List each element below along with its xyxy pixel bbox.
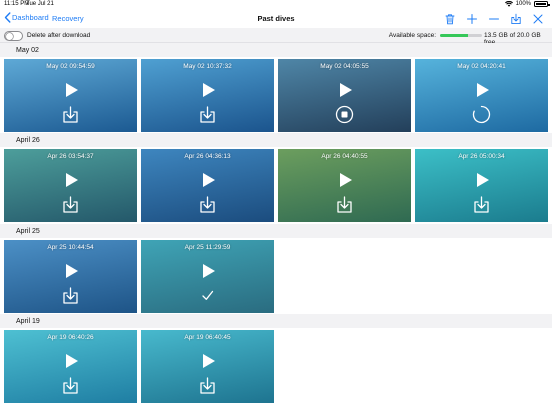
status-date: Tue Jul 21 bbox=[26, 1, 54, 7]
download-options-bar: Delete after download Available space: 1… bbox=[0, 28, 552, 46]
dive-video-tile[interactable]: May 02 09:54:59 bbox=[4, 59, 137, 132]
dive-video-tile[interactable]: Apr 25 11:29:59 bbox=[141, 240, 274, 313]
dive-video-tile[interactable]: Apr 25 10:44:54 bbox=[4, 240, 137, 313]
video-timestamp: Apr 19 06:40:45 bbox=[184, 334, 231, 341]
available-space-fill bbox=[440, 34, 469, 37]
dive-grid: Apr 26 03:54:37 Apr 26 04:36:13 Apr 26 04:… bbox=[0, 147, 552, 224]
download-icon[interactable] bbox=[198, 195, 217, 214]
status-right: 100% bbox=[504, 1, 550, 7]
wifi-icon bbox=[504, 1, 513, 7]
download-icon[interactable] bbox=[198, 105, 217, 124]
video-timestamp: May 02 04:05:55 bbox=[320, 63, 369, 70]
download-icon[interactable] bbox=[472, 195, 491, 214]
dive-video-tile[interactable]: Apr 26 04:40:55 bbox=[278, 149, 411, 222]
download-icon[interactable] bbox=[61, 286, 80, 305]
download-icon[interactable] bbox=[61, 105, 80, 124]
remove-button[interactable] bbox=[486, 12, 502, 26]
section-may-02: May 02 May 02 09:54:59 May 02 10:37:32 May… bbox=[0, 43, 552, 134]
trash-icon bbox=[445, 14, 455, 25]
dive-grid: May 02 09:54:59 May 02 10:37:32 May 02 04:… bbox=[0, 57, 552, 134]
dive-video-tile[interactable]: May 02 04:05:55 bbox=[278, 59, 411, 132]
dive-video-tile[interactable]: May 02 04:20:41 bbox=[415, 59, 548, 132]
status-bar: 11:15 PM Tue Jul 21 100% bbox=[0, 0, 552, 10]
dive-video-tile[interactable]: Apr 26 05:00:34 bbox=[415, 149, 548, 222]
dive-video-tile[interactable]: May 02 10:37:32 bbox=[141, 59, 274, 132]
section-april-26: April 26 Apr 26 03:54:37 Apr 26 04:36:13 A… bbox=[0, 133, 552, 224]
dive-video-tile[interactable]: Apr 26 03:54:37 bbox=[4, 149, 137, 222]
dive-grid: Apr 19 06:40:26 Apr 19 06:40:45 bbox=[0, 328, 552, 405]
dive-video-tile[interactable]: Apr 19 06:40:45 bbox=[141, 330, 274, 403]
video-timestamp: Apr 26 04:36:13 bbox=[184, 153, 231, 160]
video-timestamp: May 02 10:37:32 bbox=[183, 63, 232, 70]
download-all-icon bbox=[511, 13, 521, 25]
download-all-button[interactable] bbox=[508, 12, 524, 26]
play-icon[interactable] bbox=[200, 172, 216, 188]
play-icon[interactable] bbox=[474, 172, 490, 188]
add-icon bbox=[467, 14, 477, 24]
play-icon[interactable] bbox=[200, 82, 216, 98]
section-header: April 19 bbox=[0, 314, 552, 328]
add-button[interactable] bbox=[464, 12, 480, 26]
close-button[interactable] bbox=[530, 12, 546, 26]
download-icon[interactable] bbox=[335, 195, 354, 214]
battery-icon bbox=[534, 1, 550, 7]
section-april-19: April 19 Apr 19 06:40:26 Apr 19 06:40:45 bbox=[0, 314, 552, 405]
dive-video-tile[interactable]: Apr 26 04:36:13 bbox=[141, 149, 274, 222]
play-icon[interactable] bbox=[63, 172, 79, 188]
toggle-label: Delete after download bbox=[27, 32, 91, 39]
video-timestamp: Apr 25 11:29:59 bbox=[184, 244, 231, 251]
battery-percent: 100% bbox=[515, 1, 531, 7]
play-icon[interactable] bbox=[63, 82, 79, 98]
play-icon[interactable] bbox=[337, 172, 353, 188]
play-icon[interactable] bbox=[337, 82, 353, 98]
video-timestamp: May 02 09:54:59 bbox=[46, 63, 95, 70]
nav-actions bbox=[442, 12, 546, 26]
loading-spinner-icon bbox=[472, 105, 491, 124]
download-icon[interactable] bbox=[61, 195, 80, 214]
close-icon bbox=[533, 14, 543, 24]
section-header: May 02 bbox=[0, 43, 552, 57]
minus-icon bbox=[489, 18, 499, 20]
play-icon[interactable] bbox=[63, 353, 79, 369]
toggle-knob bbox=[6, 33, 13, 40]
available-space-bar bbox=[440, 34, 482, 37]
dive-video-tile[interactable]: Apr 19 06:40:26 bbox=[4, 330, 137, 403]
delete-after-download-toggle[interactable] bbox=[4, 31, 23, 41]
video-timestamp: Apr 26 03:54:37 bbox=[47, 153, 94, 160]
video-timestamp: Apr 25 10:44:54 bbox=[47, 244, 94, 251]
available-space-label: Available space: bbox=[388, 32, 436, 39]
video-timestamp: Apr 26 04:40:55 bbox=[321, 153, 368, 160]
download-icon[interactable] bbox=[198, 376, 217, 395]
play-icon[interactable] bbox=[63, 263, 79, 279]
video-timestamp: Apr 26 05:00:34 bbox=[458, 153, 505, 160]
navigation-bar: Dashboard Recovery Past dives bbox=[0, 10, 552, 28]
stop-icon[interactable] bbox=[335, 105, 354, 124]
play-icon[interactable] bbox=[200, 263, 216, 279]
delete-button[interactable] bbox=[442, 12, 458, 26]
download-icon[interactable] bbox=[61, 376, 80, 395]
checkmark-icon bbox=[202, 290, 214, 300]
video-timestamp: Apr 19 06:40:26 bbox=[47, 334, 94, 341]
play-icon[interactable] bbox=[200, 353, 216, 369]
section-april-25: April 25 Apr 25 10:44:54 Apr 25 11:29:59 bbox=[0, 224, 552, 315]
dive-grid: Apr 25 10:44:54 Apr 25 11:29:59 bbox=[0, 238, 552, 315]
section-header: April 25 bbox=[0, 224, 552, 238]
video-timestamp: May 02 04:20:41 bbox=[457, 63, 506, 70]
battery-fill bbox=[536, 3, 546, 5]
play-icon[interactable] bbox=[474, 82, 490, 98]
section-header: April 26 bbox=[0, 133, 552, 147]
